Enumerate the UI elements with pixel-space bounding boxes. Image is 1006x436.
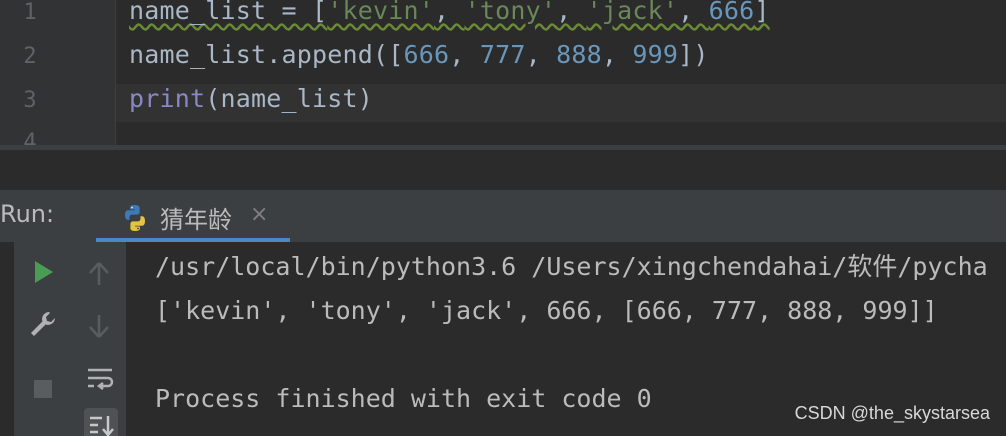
code-line-1[interactable]: name_list = ['kevin', 'tony', 'jack', 66… [129,0,770,26]
watermark: CSDN @the_skystarsea [794,403,990,423]
code-editor[interactable]: 1 2 3 4 name_list = ['kevin', 'tony', 'j… [0,0,1006,150]
code-token: 999 [632,40,679,69]
line-number: 1 [23,0,37,25]
console-line: Process finished with exit code 0 [155,384,652,413]
run-tab-title: 猜年龄 [160,206,232,234]
rerun-icon[interactable] [26,255,60,289]
code-token: ]) [678,40,709,69]
code-token: 666 [708,0,755,25]
close-icon[interactable]: × [250,202,268,227]
code-token: ] [754,0,770,25]
code-line-3[interactable]: print(name_list) [129,84,373,114]
panel-gap [0,150,1006,190]
scroll-up-icon[interactable] [82,257,116,291]
code-token: 888 [556,40,602,69]
soft-wrap-icon[interactable] [84,362,118,396]
code-token: name_list = [ [129,0,328,25]
run-label: Run: [0,200,55,228]
code-token: 777 [479,40,526,69]
ide-window: 1 2 3 4 name_list = ['kevin', 'tony', 'j… [0,0,1006,436]
line-number: 2 [23,44,37,69]
code-token: , [449,40,480,69]
code-token: print [129,84,206,113]
code-token: (name_list) [205,84,374,113]
code-token: 'kevin' [327,0,435,25]
code-token: name_list.append([ [129,40,404,69]
code-token: , [678,0,709,25]
code-token: 666 [403,40,450,69]
stop-icon[interactable] [26,372,60,406]
scroll-down-icon[interactable] [82,309,116,343]
code-token: , [556,0,587,25]
console-line: ['kevin', 'tony', 'jack', 666, [666, 777… [155,296,938,325]
scroll-to-end-icon[interactable] [84,408,118,436]
settings-icon[interactable] [26,307,60,341]
gutter-divider [115,0,116,150]
code-token: 'tony' [464,0,557,25]
console-line: /usr/local/bin/python3.6 /Users/xingchen… [155,252,988,281]
code-line-2[interactable]: name_list.append([666, 777, 888, 999]) [129,40,709,70]
line-number: 3 [23,88,37,113]
code-token: , [434,0,465,25]
python-icon [125,205,145,231]
code-token: 'jack' [586,0,679,25]
code-token: , [601,40,633,69]
code-token: , [525,40,557,69]
